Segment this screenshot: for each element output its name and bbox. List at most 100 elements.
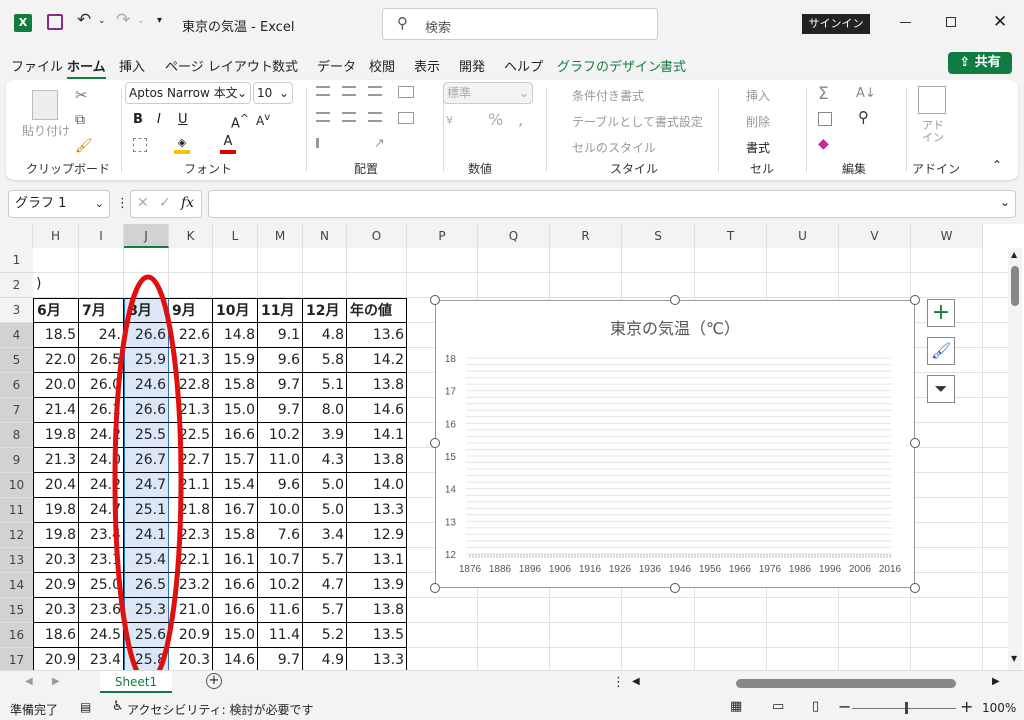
- tab-formulas[interactable]: 数式: [272, 56, 298, 75]
- chart-resize-handle[interactable]: [430, 295, 440, 305]
- table-cell[interactable]: 11.0: [258, 448, 303, 473]
- table-cell[interactable]: 13.8: [347, 598, 407, 623]
- accessibility-status[interactable]: アクセシビリティ: 検討が必要です: [127, 701, 314, 718]
- table-cell[interactable]: 5.2: [303, 623, 347, 648]
- tab-format[interactable]: 書式: [660, 56, 686, 75]
- border-icon[interactable]: [133, 138, 147, 152]
- row-header-1[interactable]: 1: [0, 248, 33, 273]
- table-cell[interactable]: 15.7: [213, 448, 258, 473]
- table-cell[interactable]: 4.9: [303, 648, 347, 670]
- table-cell[interactable]: 10.2: [258, 573, 303, 598]
- table-cell[interactable]: 9.7: [258, 398, 303, 423]
- table-cell[interactable]: 19.8: [33, 523, 79, 548]
- next-sheet-icon[interactable]: ▶: [52, 676, 60, 687]
- align-center-icon[interactable]: [342, 112, 356, 122]
- table-cell[interactable]: 15.8: [213, 523, 258, 548]
- table-cell[interactable]: 16.6: [213, 573, 258, 598]
- macro-record-icon[interactable]: ▤: [80, 700, 91, 714]
- table-cell[interactable]: 7.6: [258, 523, 303, 548]
- tab-data[interactable]: データ: [317, 56, 356, 75]
- table-cell[interactable]: 5.7: [303, 548, 347, 573]
- table-cell[interactable]: 9.7: [258, 648, 303, 670]
- customize-qat-icon[interactable]: ▾: [157, 15, 162, 26]
- insert-function-icon[interactable]: fx: [181, 195, 194, 211]
- redo-dropdown-icon[interactable]: ⌄: [137, 16, 145, 26]
- close-icon[interactable]: ✕: [993, 12, 1007, 32]
- tab-view[interactable]: 表示: [414, 56, 440, 75]
- table-cell[interactable]: 4.7: [303, 573, 347, 598]
- table-cell[interactable]: 15.4: [213, 473, 258, 498]
- addins-icon[interactable]: [918, 86, 946, 114]
- column-header-j[interactable]: J: [124, 224, 169, 248]
- row-header-16[interactable]: 16: [0, 623, 33, 648]
- fill-icon[interactable]: [818, 112, 832, 126]
- restore-icon[interactable]: [946, 17, 956, 27]
- align-bottom-icon[interactable]: [368, 86, 382, 96]
- align-middle-icon[interactable]: [342, 86, 356, 96]
- table-cell[interactable]: 11.6: [258, 598, 303, 623]
- find-icon[interactable]: ⚲: [858, 108, 869, 126]
- row-header-8[interactable]: 8: [0, 423, 33, 448]
- tab-review[interactable]: 校閲: [369, 56, 395, 75]
- table-cell[interactable]: 16.1: [213, 548, 258, 573]
- grow-font-icon[interactable]: A^: [231, 112, 249, 131]
- table-cell[interactable]: 20.3: [33, 548, 79, 573]
- table-cell[interactable]: 5.8: [303, 348, 347, 373]
- redo-icon[interactable]: ↷: [116, 10, 130, 30]
- row-header-15[interactable]: 15: [0, 598, 33, 623]
- table-cell[interactable]: 13.1: [347, 548, 407, 573]
- row-header-2[interactable]: 2: [0, 273, 33, 298]
- format-painter-icon[interactable]: 🖌: [75, 138, 93, 154]
- table-header-cell[interactable]: 6月: [33, 298, 79, 323]
- table-cell[interactable]: 10.2: [258, 423, 303, 448]
- table-cell[interactable]: 9.6: [258, 348, 303, 373]
- scroll-down-icon[interactable]: ▼: [1011, 654, 1017, 663]
- tab-home[interactable]: ホーム: [67, 56, 106, 79]
- delete-cells-button[interactable]: 削除: [746, 113, 770, 130]
- row-header-4[interactable]: 4: [0, 323, 33, 348]
- table-cell[interactable]: 13.8: [347, 373, 407, 398]
- fill-color-icon[interactable]: ◈: [174, 136, 190, 154]
- table-cell[interactable]: 14.6: [213, 648, 258, 670]
- prev-sheet-icon[interactable]: ◀: [25, 676, 33, 687]
- table-cell[interactable]: 20.9: [33, 648, 79, 670]
- row-header-3[interactable]: 3: [0, 298, 33, 323]
- chart-filters-button[interactable]: ⏷: [927, 375, 955, 403]
- tab-split-icon[interactable]: ⋮: [612, 675, 625, 690]
- formula-input[interactable]: ⌄: [208, 190, 1016, 218]
- add-sheet-icon[interactable]: +: [206, 673, 222, 689]
- tab-chart-design[interactable]: グラフのデザイン: [557, 56, 661, 75]
- cell-styles-button[interactable]: セルのスタイル: [572, 139, 656, 156]
- zoom-level[interactable]: 100%: [982, 701, 1016, 715]
- table-cell[interactable]: 13.6: [347, 323, 407, 348]
- table-cell[interactable]: 5.7: [303, 598, 347, 623]
- name-box[interactable]: グラフ 1 ⌄: [8, 190, 110, 218]
- table-cell[interactable]: 16.7: [213, 498, 258, 523]
- autosum-icon[interactable]: Σ: [818, 84, 829, 104]
- row-header-17[interactable]: 17: [0, 648, 33, 670]
- table-cell[interactable]: 5.0: [303, 473, 347, 498]
- table-cell[interactable]: 9.6: [258, 473, 303, 498]
- tab-developer[interactable]: 開発: [459, 56, 485, 75]
- chart-resize-handle[interactable]: [430, 583, 440, 593]
- table-cell[interactable]: 5.0: [303, 498, 347, 523]
- table-header-cell[interactable]: 11月: [258, 298, 303, 323]
- tab-help[interactable]: ヘルプ: [504, 56, 543, 75]
- indent-icon[interactable]: [316, 138, 330, 148]
- table-cell[interactable]: 12.9: [347, 523, 407, 548]
- zoom-slider[interactable]: [852, 708, 956, 709]
- table-cell[interactable]: 10.0: [258, 498, 303, 523]
- more-icon[interactable]: ⋮: [116, 196, 129, 211]
- tab-insert[interactable]: 挿入: [119, 56, 145, 75]
- tab-file[interactable]: ファイル: [11, 56, 63, 75]
- row-header-11[interactable]: 11: [0, 498, 33, 523]
- scrollbar-vertical[interactable]: ▲ ▼: [1008, 248, 1022, 670]
- row-header-10[interactable]: 10: [0, 473, 33, 498]
- column-header-i[interactable]: I: [79, 224, 124, 248]
- collapse-ribbon-icon[interactable]: ⌃: [992, 158, 1002, 172]
- save-icon[interactable]: [47, 14, 63, 30]
- table-cell[interactable]: 18.6: [33, 623, 79, 648]
- table-cell[interactable]: 14.8: [213, 323, 258, 348]
- table-cell[interactable]: 15.0: [213, 623, 258, 648]
- table-cell[interactable]: 13.9: [347, 573, 407, 598]
